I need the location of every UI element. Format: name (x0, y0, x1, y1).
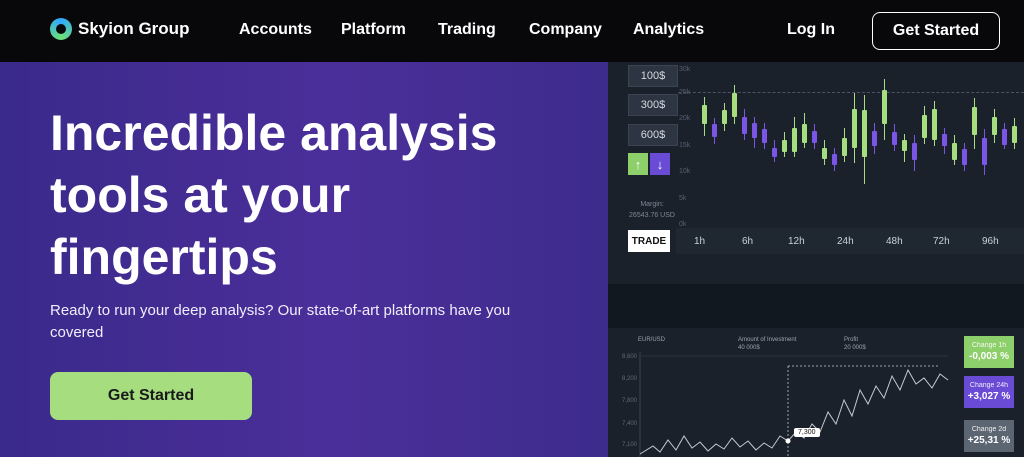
y-tick: 10k (679, 168, 691, 175)
candle-body (722, 110, 727, 125)
amount-300-button[interactable]: 300$ (628, 94, 678, 116)
candle-body (732, 93, 737, 117)
candle-body (992, 116, 997, 136)
price-tooltip: 7,300 (794, 428, 820, 437)
nav-link-trading[interactable]: Trading (438, 21, 496, 39)
login-link[interactable]: Log In (787, 21, 835, 39)
margin-info: Margin: 26543.76 USD (622, 199, 682, 221)
panel-divider (608, 284, 1024, 328)
candle-body (952, 143, 957, 161)
logo-icon (50, 18, 72, 40)
buy-up-button[interactable]: ↑ (628, 153, 648, 175)
candle-body (942, 133, 947, 147)
margin-label: Margin: (640, 201, 664, 208)
candle-body (762, 129, 767, 144)
amount-100-button[interactable]: 100$ (628, 65, 678, 87)
margin-value: 26543.76 USD (629, 212, 675, 219)
get-started-nav-button[interactable]: Get Started (872, 12, 1000, 50)
nav-link-company[interactable]: Company (529, 21, 602, 39)
y-tick: 20k (679, 115, 691, 122)
change-2d-label: Change 2d (971, 426, 1007, 433)
candle-body (832, 154, 837, 165)
trading-preview: 100$ 300$ 600$ ↑ ↓ Margin: 26543.76 USD … (608, 62, 1024, 457)
change-1h-card: Change 1h -0,003 % (964, 336, 1014, 368)
hero-title: Incredible analysis tools at your finger… (50, 105, 498, 285)
timeframe-24h[interactable]: 24h (837, 236, 854, 247)
candle-body (932, 108, 937, 140)
candlestick-chart: 100$ 300$ 600$ ↑ ↓ Margin: 26543.76 USD … (608, 62, 1024, 284)
candle-body (1002, 129, 1007, 145)
nav-link-analytics[interactable]: Analytics (633, 21, 704, 39)
sell-down-button[interactable]: ↓ (650, 153, 670, 175)
candle-body (912, 143, 917, 161)
brand-logo[interactable]: Skyion Group (50, 18, 189, 40)
candle-body (742, 116, 747, 134)
candle-body (752, 122, 757, 139)
candle-body (1012, 125, 1017, 144)
candle-body (902, 140, 907, 151)
change-24h-value: +3,027 % (967, 391, 1011, 402)
timeframe-1h[interactable]: 1h (694, 236, 705, 247)
candle-body (852, 108, 857, 148)
change-24h-card: Change 24h +3,027 % (964, 376, 1014, 408)
candle-body (982, 138, 987, 165)
candle-body (862, 110, 867, 158)
hero-section: Incredible analysis tools at your finger… (0, 62, 608, 457)
candle-body (792, 128, 797, 152)
candle-body (812, 130, 817, 144)
candle-body (822, 147, 827, 159)
change-1h-label: Change 1h (971, 342, 1007, 349)
timeframe-12h[interactable]: 12h (788, 236, 805, 247)
brand-name: Skyion Group (78, 19, 190, 38)
timeframe-48h[interactable]: 48h (886, 236, 903, 247)
candle-body (972, 107, 977, 136)
candle-body (882, 90, 887, 125)
timeframe-72h[interactable]: 72h (933, 236, 950, 247)
get-started-hero-button[interactable]: Get Started (50, 372, 252, 420)
y-tick: 15k (679, 142, 691, 149)
y-tick: 0k (679, 221, 687, 228)
candle-body (802, 124, 807, 144)
candle-body (782, 140, 787, 152)
candle-body (962, 149, 967, 165)
change-2d-value: +25,31 % (967, 435, 1011, 446)
change-24h-label: Change 24h (969, 382, 1009, 389)
candle-body (712, 124, 717, 137)
change-1h-value: -0,003 % (968, 351, 1010, 362)
candle-body (702, 104, 707, 125)
dashed-price-line (678, 92, 1024, 93)
timeframe-96h[interactable]: 96h (982, 236, 999, 247)
trade-button[interactable]: TRADE (628, 230, 670, 252)
candle-body (772, 147, 777, 158)
nav-link-platform[interactable]: Platform (341, 21, 406, 39)
candle-body (922, 115, 927, 139)
change-2d-card: Change 2d +25,31 % (964, 420, 1014, 452)
amount-600-button[interactable]: 600$ (628, 124, 678, 146)
y-tick: 30k (679, 66, 691, 73)
price-line (639, 352, 949, 457)
candle-body (892, 132, 897, 145)
timeframe-6h[interactable]: 6h (742, 236, 753, 247)
price-line-chart: EUR/USD Amount of Investment 40 000$ Pro… (608, 328, 1024, 457)
hero-subtitle: Ready to run your deep analysis? Our sta… (50, 302, 511, 341)
candle-body (842, 138, 847, 156)
top-nav: Skyion Group Accounts Platform Trading C… (0, 0, 1024, 62)
y-tick: 5k (679, 195, 687, 202)
nav-link-accounts[interactable]: Accounts (239, 21, 312, 39)
candle-body (872, 130, 877, 147)
